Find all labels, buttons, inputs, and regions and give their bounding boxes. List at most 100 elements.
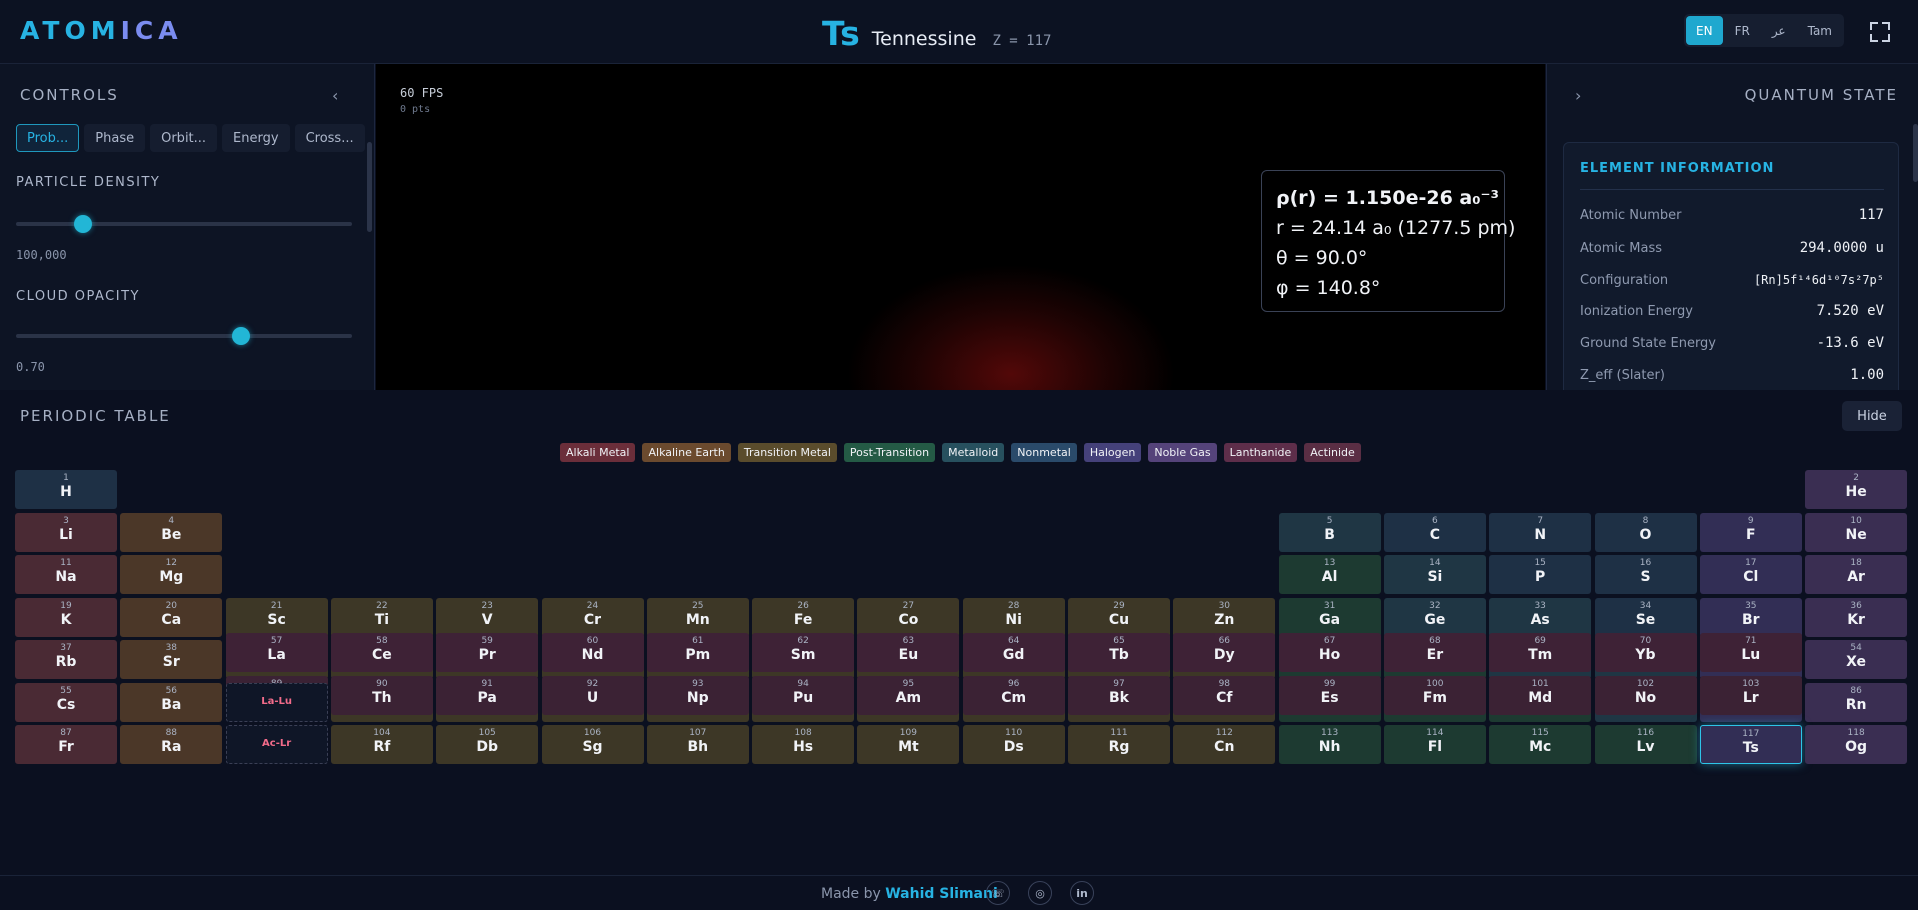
element-cell-fm[interactable]: 100 Fm [1383,675,1486,715]
element-cell-db[interactable]: 105 Db [436,725,539,764]
element-cell-sg[interactable]: 106 Sg [541,725,644,764]
app-logo[interactable]: ATOMICA [20,16,183,45]
fullscreen-icon[interactable] [1868,20,1892,44]
hide-table-button[interactable]: Hide [1842,401,1902,431]
element-cell-og[interactable]: 118 Og [1805,725,1908,764]
element-cell-bh[interactable]: 107 Bh [646,725,749,764]
element-cell-pa[interactable]: 91 Pa [436,675,539,715]
element-cell-ho[interactable]: 67 Ho [1278,633,1381,672]
element-cell-p[interactable]: 15 P [1489,555,1592,594]
element-cell-al[interactable]: 13 Al [1278,555,1381,594]
series-placeholder[interactable]: Ac-Lr [225,725,328,764]
element-cell-rb[interactable]: 37 Rb [15,640,117,679]
element-cell-md[interactable]: 101 Md [1489,675,1592,715]
element-cell-ba[interactable]: 56 Ba [120,682,223,722]
element-cell-hs[interactable]: 108 Hs [752,725,855,764]
legend-metalloid[interactable]: Metalloid [942,443,1005,462]
element-cell-mg[interactable]: 12 Mg [120,555,223,594]
element-cell-cn[interactable]: 112 Cn [1173,725,1276,764]
element-cell-zn[interactable]: 30 Zn [1173,597,1276,637]
element-cell-sc[interactable]: 21 Sc [225,597,328,637]
element-cell-u[interactable]: 92 U [541,675,644,715]
legend-actinide[interactable]: Actinide [1304,443,1361,462]
element-cell-cu[interactable]: 29 Cu [1068,597,1170,637]
element-cell-ar[interactable]: 18 Ar [1805,555,1908,594]
legend-post[interactable]: Post-Transition [843,443,936,462]
element-cell-v[interactable]: 23 V [436,597,539,637]
element-cell-nd[interactable]: 60 Nd [541,633,644,672]
element-cell-cf[interactable]: 98 Cf [1173,675,1276,715]
element-cell-lv[interactable]: 116 Lv [1594,725,1697,764]
instagram-icon[interactable]: ◎ [1028,881,1052,905]
element-cell-yb[interactable]: 70 Yb [1594,633,1697,672]
element-cell-ts[interactable]: 117 Ts [1699,725,1802,764]
element-cell-cr[interactable]: 24 Cr [541,597,644,637]
cloud-opacity-slider[interactable] [16,327,352,345]
element-cell-no[interactable]: 102 No [1594,675,1697,715]
element-cell-cs[interactable]: 55 Cs [15,682,117,722]
series-placeholder[interactable]: La-Lu [225,682,328,722]
element-cell-fr[interactable]: 87 Fr [15,725,117,764]
tab-orbital[interactable]: Orbit... [150,124,218,152]
element-cell-bk[interactable]: 97 Bk [1068,675,1170,715]
element-cell-mc[interactable]: 115 Mc [1489,725,1592,764]
element-cell-pu[interactable]: 94 Pu [752,675,855,715]
element-cell-f[interactable]: 9F [1699,512,1802,552]
element-cell-pr[interactable]: 59 Pr [436,633,539,672]
lang-en-button[interactable]: EN [1686,16,1723,45]
author-link[interactable]: Wahid Slimani [885,886,998,902]
element-cell-ni[interactable]: 28 Ni [962,597,1065,637]
element-cell-fl[interactable]: 114 Fl [1383,725,1486,764]
element-cell-nh[interactable]: 113 Nh [1278,725,1381,764]
element-cell-kr[interactable]: 36 Kr [1805,597,1908,637]
element-cell-es[interactable]: 99 Es [1278,675,1381,715]
element-cell-np[interactable]: 93 Np [646,675,749,715]
element-cell-ra[interactable]: 88 Ra [120,725,223,764]
legend-alkali[interactable]: Alkali Metal [560,443,636,462]
quantum-scrollbar[interactable] [1913,124,1918,182]
element-cell-si[interactable]: 14 Si [1383,555,1486,594]
tab-phase[interactable]: Phase [84,124,146,152]
tab-probability[interactable]: Prob... [16,124,80,152]
element-cell-br[interactable]: 35 Br [1699,597,1802,637]
element-cell-pm[interactable]: 61 Pm [646,633,749,672]
phone-icon[interactable]: ☏ [986,881,1010,905]
element-cell-xe[interactable]: 54 Xe [1805,640,1908,679]
element-cell-eu[interactable]: 63 Eu [857,633,960,672]
tab-energy[interactable]: Energy [222,124,290,152]
element-cell-mn[interactable]: 25 Mn [646,597,749,637]
element-cell-er[interactable]: 68 Er [1383,633,1486,672]
element-cell-o[interactable]: 8O [1594,512,1697,552]
element-cell-la[interactable]: 57 La [225,633,328,672]
element-cell-ce[interactable]: 58 Ce [330,633,433,672]
chevron-right-icon[interactable]: › [1575,86,1581,105]
lang-fr-button[interactable]: FR [1725,16,1760,45]
element-cell-ga[interactable]: 31 Ga [1278,597,1381,637]
legend-halogen[interactable]: Halogen [1083,443,1142,462]
legend-lanthanide[interactable]: Lanthanide [1223,443,1298,462]
particle-density-handle[interactable] [74,215,93,233]
element-cell-dy[interactable]: 66 Dy [1173,633,1276,672]
element-cell-ne[interactable]: 10 Ne [1805,512,1908,552]
element-cell-b[interactable]: 5B [1278,512,1381,552]
linkedin-icon[interactable]: in [1070,881,1094,905]
legend-alkaline[interactable]: Alkaline Earth [642,443,731,462]
orbital-viewport[interactable]: 60 FPS 0 pts ρ(r) = 1.150e-26 a₀⁻³ r = 2… [376,64,1545,390]
cloud-opacity-handle[interactable] [232,327,251,345]
element-cell-na[interactable]: 11 Na [15,555,117,594]
element-cell-ca[interactable]: 20 Ca [120,597,223,637]
element-cell-ds[interactable]: 110 Ds [962,725,1065,764]
element-cell-sm[interactable]: 62 Sm [752,633,855,672]
element-cell-be[interactable]: 4 Be [120,512,223,552]
lang-ar-button[interactable]: عر [1762,16,1796,45]
element-cell-ti[interactable]: 22 Ti [330,597,433,637]
controls-scrollbar[interactable] [367,142,372,232]
element-cell-tb[interactable]: 65 Tb [1068,633,1170,672]
element-cell-he[interactable]: 2 He [1805,470,1908,509]
element-cell-cl[interactable]: 17 Cl [1699,555,1802,594]
element-cell-gd[interactable]: 64 Gd [962,633,1065,672]
lang-ta-button[interactable]: Tam [1798,16,1842,45]
element-cell-c[interactable]: 6C [1383,512,1486,552]
element-cell-s[interactable]: 16 S [1594,555,1697,594]
legend-transition[interactable]: Transition Metal [737,443,837,462]
